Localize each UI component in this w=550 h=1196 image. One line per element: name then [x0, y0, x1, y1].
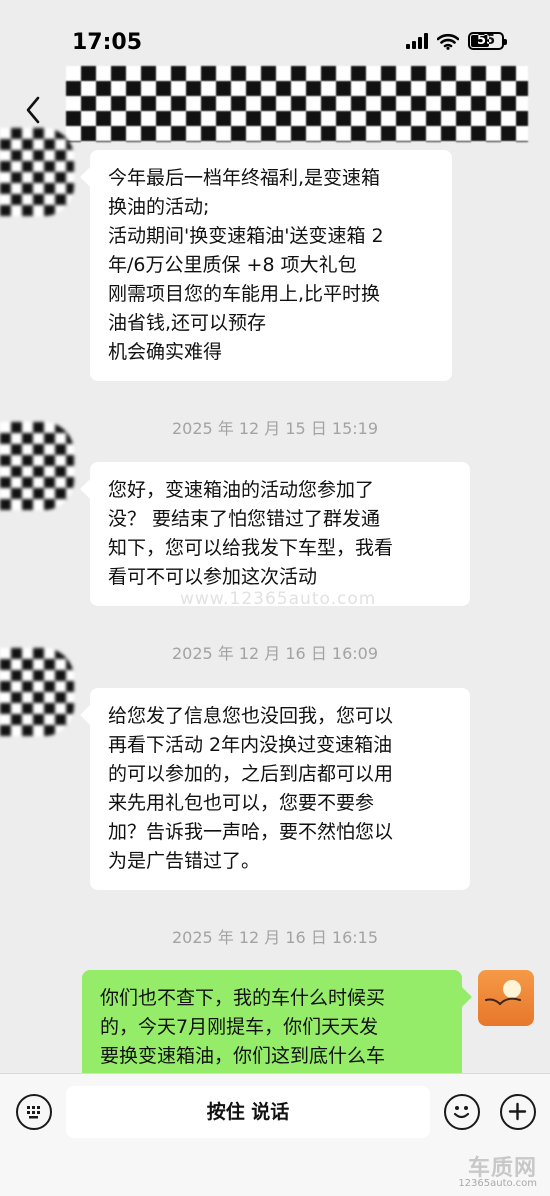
hold-to-talk-button[interactable]: 按住 说话 [66, 1086, 430, 1138]
my-avatar[interactable] [478, 970, 534, 1026]
keyboard-button[interactable] [16, 1094, 52, 1130]
plus-icon [508, 1102, 527, 1121]
emoji-button[interactable] [444, 1094, 480, 1130]
contact-avatar[interactable] [0, 648, 74, 736]
keyboard-icon [27, 1106, 40, 1119]
message-timestamp: 2025 年 12 月 15 日 15:19 [171, 419, 379, 438]
battery-icon: 55 [468, 32, 507, 50]
message-bubble: 给您发了信息您也没回我，您可以 再看下活动 2年内没换过变速箱油 的可以参加的，… [90, 688, 470, 890]
wifi-icon [437, 33, 459, 50]
back-button[interactable] [16, 90, 50, 130]
signal-icon [406, 33, 428, 49]
chat-title-mosaic [66, 66, 528, 142]
bird-icon [485, 997, 521, 1006]
plus-button[interactable] [500, 1094, 536, 1130]
status-icons: 55 [406, 32, 507, 50]
contact-avatar[interactable] [0, 422, 74, 510]
watermark: www.12365auto.com [180, 589, 377, 609]
message-bubble: 今年最后一档年终福利,是变速箱 换油的活动; 活动期间'换变速箱油'送变速箱 2… [90, 150, 452, 381]
contact-avatar[interactable] [0, 128, 74, 216]
brand-url: 12365auto.com [458, 1178, 537, 1189]
battery-level: 55 [476, 33, 496, 48]
message-timestamp: 2025 年 12 月 16 日 16:09 [171, 644, 379, 663]
status-time: 17:05 [72, 30, 143, 55]
brand-logo: 车质网 12365auto.com [458, 1150, 545, 1194]
emoji-icon [453, 1106, 470, 1119]
chevron-left-icon [26, 96, 40, 124]
message-bubble: 您好，变速箱油的活动您参加了 没？ 要结束了怕您错过了群发通 知下，您可以给我发… [90, 462, 470, 606]
message-timestamp: 2025 年 12 月 16 日 16:15 [171, 928, 379, 947]
